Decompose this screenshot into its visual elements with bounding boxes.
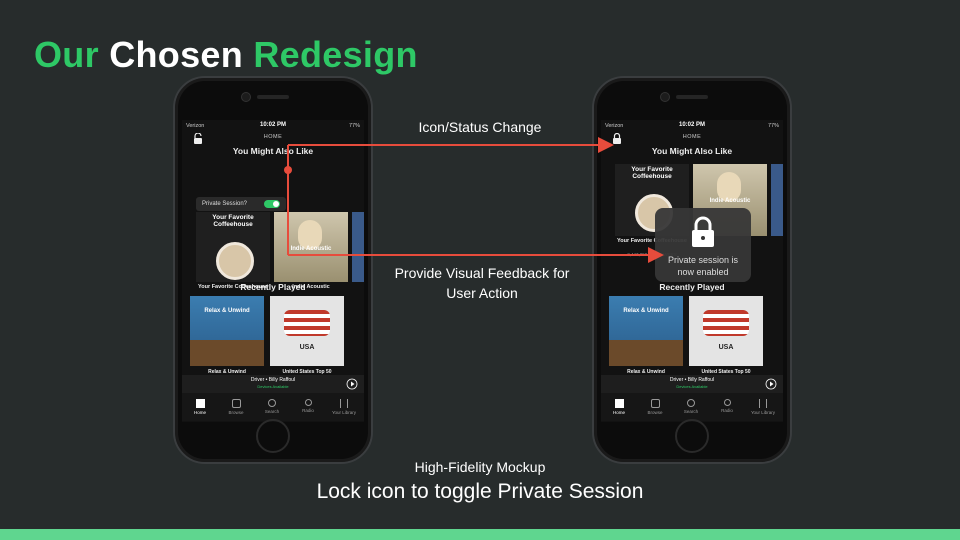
title-word-our: Our bbox=[34, 34, 99, 75]
card-indie-acoustic[interactable]: Indie Acoustic bbox=[274, 212, 348, 282]
usa-flag-map bbox=[284, 310, 330, 336]
tab-radio[interactable]: Radio bbox=[709, 399, 745, 413]
tab-browse[interactable]: Browse bbox=[218, 399, 254, 415]
tab-browse[interactable]: Browse bbox=[637, 399, 673, 415]
title-word-redesign: Redesign bbox=[253, 34, 418, 75]
browse-icon bbox=[231, 399, 241, 408]
private-session-prompt[interactable]: Private Session? bbox=[196, 197, 286, 211]
dock-image bbox=[190, 340, 264, 366]
section-you-might-also-like: You Might Also Like bbox=[651, 146, 733, 156]
coffee-cup-image bbox=[216, 242, 254, 280]
bottom-accent-bar bbox=[0, 529, 960, 540]
card-art-label: Your Favorite Coffeehouse bbox=[631, 166, 673, 180]
section-recently-played-title: Recently Played bbox=[240, 282, 306, 292]
private-session-label: Private Session? bbox=[202, 201, 248, 207]
home-icon bbox=[195, 399, 205, 408]
tab-search[interactable]: Search bbox=[673, 399, 709, 414]
toast-message: Private session is now enabled bbox=[667, 255, 739, 277]
card-relax-unwind[interactable]: Relax & Unwind bbox=[190, 296, 264, 366]
library-icon bbox=[340, 399, 348, 408]
search-icon bbox=[268, 399, 276, 407]
phone-screen-before: Verizon 10:02 PM 77% HOME You Might Also… bbox=[182, 120, 364, 422]
phone-after: Verizon 10:02 PM 77% HOME You Might Also… bbox=[592, 76, 792, 464]
section-recently-played-title: Recently Played bbox=[659, 282, 725, 292]
phone-before: Verizon 10:02 PM 77% HOME You Might Also… bbox=[173, 76, 373, 464]
now-playing-devices: Devices Available bbox=[676, 384, 708, 389]
battery-label: 77% bbox=[348, 123, 360, 129]
card-art-label: USA bbox=[718, 344, 734, 351]
section-you-might-also-like: You Might Also Like bbox=[232, 146, 314, 156]
card-art-label: Your Favorite Coffeehouse bbox=[212, 214, 254, 228]
browse-icon bbox=[650, 399, 660, 408]
tab-home[interactable]: Home bbox=[601, 399, 637, 415]
toggle-knob bbox=[273, 201, 279, 207]
dock-image bbox=[609, 340, 683, 366]
card-peek bbox=[352, 212, 364, 282]
library-icon bbox=[759, 399, 767, 408]
lock-icon bbox=[692, 216, 714, 247]
tab-radio[interactable]: Radio bbox=[290, 399, 326, 413]
usa-flag-map bbox=[703, 310, 749, 336]
now-playing-track: Driver • Billy Raffoul bbox=[669, 377, 715, 383]
card-relax-unwind[interactable]: Relax & Unwind bbox=[609, 296, 683, 366]
card-art-label: Indie Acoustic bbox=[290, 246, 332, 252]
tab-home[interactable]: Home bbox=[182, 399, 218, 415]
search-icon bbox=[687, 399, 695, 407]
radio-icon bbox=[723, 399, 731, 406]
home-button[interactable] bbox=[256, 419, 290, 453]
tab-search[interactable]: Search bbox=[254, 399, 290, 414]
card-usa-top50[interactable]: USA bbox=[270, 296, 344, 366]
card-usa-top50[interactable]: USA bbox=[689, 296, 763, 366]
subtitle-mockup: High-Fidelity Mockup bbox=[414, 459, 546, 475]
subtitle-description: Lock icon to toggle Private Session bbox=[316, 480, 644, 503]
play-icon[interactable] bbox=[346, 378, 358, 390]
phone-screen-after: Verizon 10:02 PM 77% HOME You Might Also… bbox=[601, 120, 783, 422]
annotation-visual-feedback: Provide Visual Feedback for User Action bbox=[394, 265, 570, 301]
play-icon[interactable] bbox=[765, 378, 777, 390]
tab-bar: Home Browse Search Radio Your Library bbox=[601, 393, 783, 421]
private-session-toast: Private session is now enabled bbox=[655, 208, 751, 282]
card-peek bbox=[771, 164, 783, 236]
front-camera bbox=[241, 92, 251, 102]
title-word-chosen: Chosen bbox=[109, 34, 244, 75]
earpiece-speaker bbox=[257, 95, 289, 99]
earpiece-speaker bbox=[676, 95, 708, 99]
status-bar: Verizon 10:02 PM 77% bbox=[182, 122, 364, 132]
now-playing-track: Driver • Billy Raffoul bbox=[250, 377, 296, 383]
home-icon bbox=[614, 399, 624, 408]
radio-icon bbox=[304, 399, 312, 406]
status-time: 10:02 PM bbox=[678, 122, 705, 128]
home-button[interactable] bbox=[675, 419, 709, 453]
status-time: 10:02 PM bbox=[259, 122, 286, 128]
card-art-label: Relax & Unwind bbox=[623, 308, 669, 314]
card-art-label: Relax & Unwind bbox=[204, 308, 250, 314]
card-art-label: USA bbox=[299, 344, 315, 351]
slide-title: Our Chosen Redesign bbox=[34, 34, 418, 76]
now-playing-bar[interactable]: Driver • Billy Raffoul Devices Available bbox=[601, 375, 783, 393]
home-header: HOME bbox=[682, 134, 702, 140]
slide: Our Chosen Redesign Verizon 10:02 PM 77%… bbox=[0, 0, 960, 540]
status-bar: Verizon 10:02 PM 77% bbox=[601, 122, 783, 132]
tab-your-library[interactable]: Your Library bbox=[326, 399, 362, 415]
card-art-label: Indie Acoustic bbox=[709, 198, 751, 204]
tab-bar: Home Browse Search Radio Your Library bbox=[182, 393, 364, 421]
home-header: HOME bbox=[263, 134, 283, 140]
front-camera bbox=[660, 92, 670, 102]
battery-label: 77% bbox=[767, 123, 779, 129]
tab-your-library[interactable]: Your Library bbox=[745, 399, 781, 415]
annotation-icon-status: Icon/Status Change bbox=[418, 119, 542, 135]
toggle-switch[interactable] bbox=[264, 200, 280, 208]
card-coffeehouse[interactable]: Your Favorite Coffeehouse bbox=[196, 212, 270, 282]
now-playing-devices: Devices Available bbox=[257, 384, 289, 389]
now-playing-bar[interactable]: Driver • Billy Raffoul Devices Available bbox=[182, 375, 364, 393]
